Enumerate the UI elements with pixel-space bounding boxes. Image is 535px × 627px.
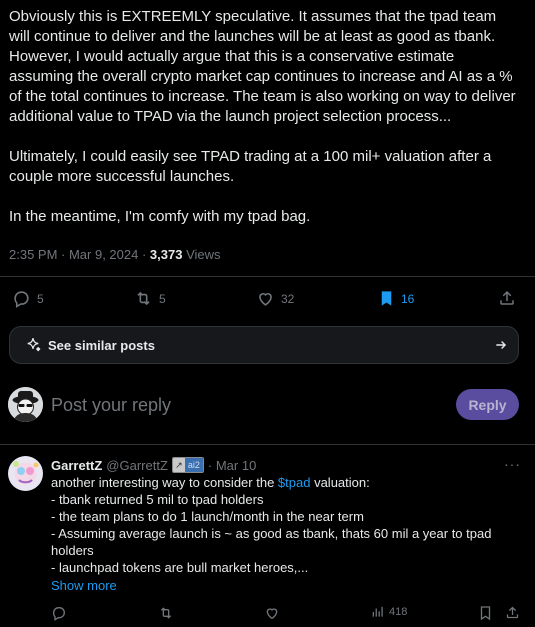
reply-input[interactable]: Post your reply	[51, 395, 171, 416]
reply-text: another interesting way to consider the …	[51, 474, 521, 576]
similar-label: See similar posts	[48, 337, 155, 353]
post-paragraph: Obviously this is EXTREEMLY speculative.…	[9, 8, 516, 125]
reply-avatar[interactable]	[8, 456, 43, 491]
views-icon	[372, 606, 383, 617]
see-similar-posts[interactable]: See similar posts	[9, 326, 519, 364]
reply-share-button[interactable]	[505, 605, 520, 620]
reply-author-name[interactable]: GarrettZ	[51, 458, 102, 473]
avatar[interactable]	[8, 387, 43, 422]
reply-line: another interesting way to consider the …	[51, 474, 521, 491]
badge-label: ai2	[184, 458, 203, 472]
sparkle-icon	[27, 338, 41, 352]
divider	[0, 276, 535, 277]
post-actions: 5 5 32 16	[0, 289, 535, 311]
reply-repost-button[interactable]	[158, 605, 174, 621]
post-paragraph: Ultimately, I could easily see TPAD trad…	[9, 148, 492, 185]
reply-line: - tbank returned 5 mil to tpad holders	[51, 492, 264, 507]
post-meta: 2:35 PM · Mar 9, 2024 · 3,373 Views	[9, 247, 221, 262]
bookmark-icon	[381, 291, 392, 306]
arrow-right-icon	[496, 341, 507, 349]
reply-like-button[interactable]	[264, 605, 280, 621]
repost-count: 5	[159, 291, 166, 306]
reply-text-segment: valuation:	[310, 475, 370, 490]
views-count: 3,373	[149, 247, 183, 262]
repost-button[interactable]: 5	[134, 289, 166, 308]
show-more-link[interactable]: Show more	[51, 578, 117, 593]
reply-line: - the team plans to do 1 launch/month in…	[51, 509, 364, 524]
reply-submit-button[interactable]: Reply	[456, 389, 519, 420]
post-timestamp[interactable]: 2:35 PM · Mar 9, 2024 ·	[9, 247, 150, 262]
repost-icon	[160, 607, 172, 619]
reply-views-count: 418	[389, 606, 408, 618]
reply-icon	[14, 291, 29, 308]
like-icon	[266, 608, 278, 620]
reply-header: GarrettZ @GarrettZ ↗ ai2 · Mar 10	[51, 457, 256, 473]
post-paragraph: In the meantime, I'm comfy with my tpad …	[9, 208, 311, 225]
reply-date[interactable]: · Mar 10	[208, 458, 256, 473]
bookmark-button[interactable]: 16	[378, 289, 414, 308]
reply-bookmark-button[interactable]	[478, 605, 493, 621]
reply-icon	[52, 607, 65, 621]
post-text: Obviously this is EXTREEMLY speculative.…	[9, 5, 519, 247]
reply-count: 5	[37, 291, 44, 306]
like-count: 32	[281, 291, 295, 306]
reply-button[interactable]: 5	[12, 289, 44, 308]
repost-icon	[137, 291, 150, 306]
reply-views[interactable]: 418	[371, 605, 407, 619]
share-icon	[500, 290, 514, 305]
cashtag-link[interactable]: $tpad	[278, 475, 311, 490]
bookmark-count: 16	[401, 291, 415, 306]
share-icon	[506, 606, 519, 619]
bookmark-icon	[480, 606, 491, 621]
reply-line: - Assuming average launch is ~ as good a…	[51, 526, 492, 558]
reply-author-handle[interactable]: @GarrettZ	[106, 458, 168, 473]
like-icon	[259, 293, 272, 306]
divider	[0, 444, 535, 445]
share-button[interactable]	[498, 289, 516, 307]
views-label: Views	[182, 247, 221, 262]
chart-icon: ↗	[172, 458, 185, 472]
reply-line: - launchpad tokens are bull market heroe…	[51, 560, 309, 575]
reply-reply-button[interactable]	[51, 605, 67, 621]
like-button[interactable]: 32	[256, 289, 294, 308]
more-icon[interactable]: ···	[504, 456, 521, 472]
affiliate-badge[interactable]: ↗ ai2	[171, 457, 204, 473]
reply-text-segment: another interesting way to consider the	[51, 475, 278, 490]
